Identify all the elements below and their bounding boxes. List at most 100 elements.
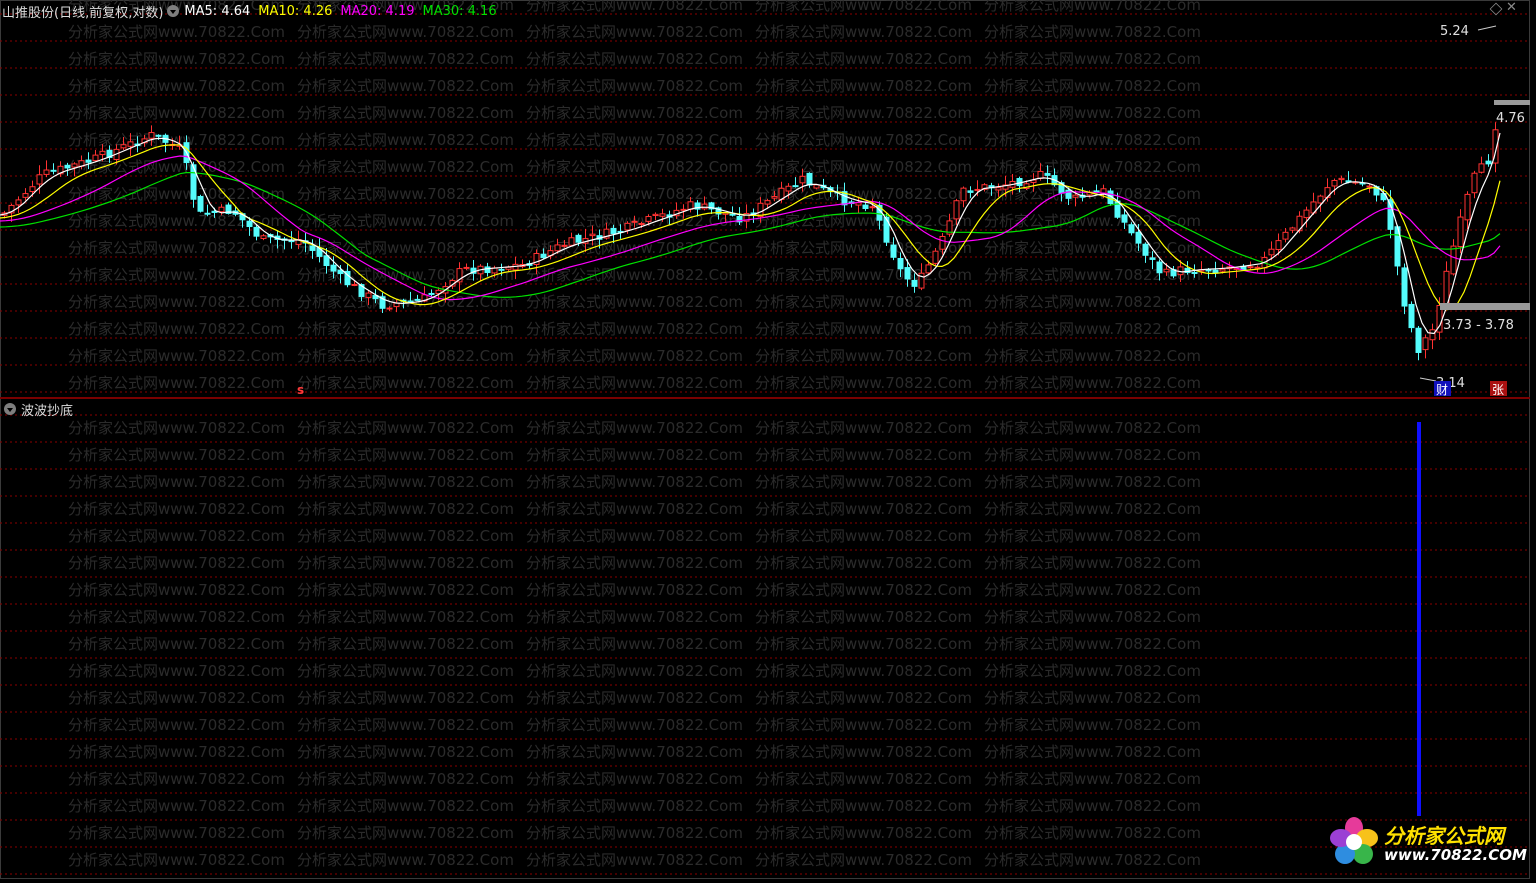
stock-title[interactable]: 山推股份(日线,前复权,对数) (2, 2, 163, 21)
watermark-text: 分析家公式网www.70822.Com (297, 446, 514, 464)
candle-body (1205, 269, 1212, 272)
candle-body (624, 222, 631, 231)
candle-body (323, 255, 330, 267)
watermark-text: 分析家公式网www.70822.Com (297, 797, 514, 815)
buy-signal-bar[interactable] (1417, 422, 1421, 816)
watermark-text: 分析家公式网www.70822.Com (297, 608, 514, 626)
candle-body (638, 222, 645, 225)
candle-body (1450, 245, 1457, 275)
watermark-text: 分析家公式网www.70822.Com (526, 266, 743, 284)
candle[interactable] (792, 177, 799, 188)
candle[interactable] (1415, 325, 1422, 361)
watermark-text: 分析家公式网www.70822.Com (984, 473, 1201, 491)
watermark-text: 分析家公式网www.70822.Com (68, 293, 285, 311)
indicator-toggle-icon[interactable] (167, 5, 180, 17)
cai-marker[interactable]: 财 (1436, 383, 1448, 397)
candle-body (92, 154, 99, 162)
close-icon[interactable]: ✕ (1506, 0, 1517, 15)
candle[interactable] (1408, 301, 1415, 333)
candle-body (1156, 261, 1163, 274)
candle-body (1408, 303, 1415, 329)
candle-body (386, 307, 393, 310)
ma5-label: MA5: 4.64 (184, 3, 251, 19)
candle-body (155, 134, 162, 137)
candle[interactable] (57, 161, 64, 177)
candle[interactable] (1401, 263, 1408, 315)
candle-body (932, 250, 939, 264)
watermark-text: 分析家公式网www.70822.Com (68, 662, 285, 680)
watermark-text: 分析家公式网www.70822.Com (755, 104, 972, 122)
candle[interactable] (204, 204, 211, 217)
watermark-text: 分析家公式网www.70822.Com (68, 797, 285, 815)
candle[interactable] (960, 186, 967, 208)
watermark-text: 分析家公式网www.70822.Com (68, 527, 285, 545)
candle[interactable] (1429, 323, 1436, 350)
watermark-text: 分析家公式网www.70822.Com (526, 608, 743, 626)
indicator-panel[interactable]: 分析家公式网www.70822.Com 分析家公式网www.70822.Com 分析… (0, 399, 1530, 877)
watermark-text: 分析家公式网www.70822.Com (984, 500, 1201, 518)
candle[interactable] (1485, 154, 1492, 167)
candlestick-chart[interactable]: 分析家公式网www.70822.Com 分析家公式网www.70822.Com 分析… (0, 0, 1530, 397)
candle[interactable] (743, 204, 750, 229)
watermark-text: 分析家公式网www.70822.Com (526, 527, 743, 545)
candle-body (204, 212, 211, 215)
watermark-text: 分析家公式网www.70822.Com (755, 239, 972, 257)
candle[interactable] (519, 259, 526, 269)
candle[interactable] (1457, 209, 1464, 254)
indicator-toggle-icon[interactable] (4, 403, 16, 415)
candle[interactable] (15, 196, 22, 213)
watermark-text: 分析家公式网www.70822.Com (68, 23, 285, 41)
candle[interactable] (50, 163, 57, 175)
indicator-chart[interactable]: 分析家公式网www.70822.Com 分析家公式网www.70822.Com 分析… (0, 399, 1530, 877)
candle-body (729, 213, 736, 216)
candle[interactable] (1142, 242, 1149, 263)
candle[interactable] (1212, 261, 1219, 278)
logo-name: 分析家公式网 (1384, 824, 1504, 848)
watermark-text: 分析家公式网www.70822.Com (526, 473, 743, 491)
candle[interactable] (22, 188, 29, 201)
candle-body (561, 244, 568, 247)
watermark-text: 分析家公式网www.70822.Com (297, 527, 514, 545)
watermark-text: 分析家公式网www.70822.Com (755, 770, 972, 788)
candle[interactable] (883, 213, 890, 246)
watermark-text: 分析家公式网www.70822.Com (297, 554, 514, 572)
candle[interactable] (1492, 122, 1499, 173)
candle[interactable] (43, 160, 50, 178)
candle-body (554, 244, 561, 252)
candle[interactable] (1289, 226, 1296, 234)
candle[interactable] (1282, 227, 1289, 243)
candle-body (127, 141, 134, 147)
watermark-text: 分析家公式网www.70822.Com (984, 104, 1201, 122)
candle[interactable] (1471, 170, 1478, 199)
watermark-text: 分析家公式网www.70822.Com (68, 239, 285, 257)
watermark-text: 分析家公式网www.70822.Com (297, 374, 514, 392)
candle-body (785, 185, 792, 192)
candle[interactable] (1331, 178, 1338, 195)
watermark-text: 分析家公式网www.70822.Com (297, 743, 514, 761)
candle-body (862, 204, 869, 210)
candle[interactable] (1338, 175, 1345, 184)
candle[interactable] (197, 194, 204, 213)
zhang-marker[interactable]: 张 (1492, 383, 1504, 397)
watermark-text: 分析家公式网www.70822.Com (984, 797, 1201, 815)
candle[interactable] (1422, 334, 1429, 359)
candle[interactable] (736, 207, 743, 225)
candle-body (967, 190, 974, 193)
gap-zone-label: 3.73 - 3.78 (1443, 318, 1514, 333)
price-panel[interactable]: 分析家公式网www.70822.Com 分析家公式网www.70822.Com 分析… (0, 0, 1530, 397)
candle[interactable] (862, 202, 869, 212)
candle[interactable] (568, 232, 575, 247)
candle[interactable] (92, 150, 99, 163)
watermark-text: 分析家公式网www.70822.Com (755, 347, 972, 365)
candle-body (1254, 266, 1261, 269)
watermark-text: 分析家公式网www.70822.Com (68, 266, 285, 284)
candle[interactable] (1345, 171, 1352, 184)
watermark-text: 分析家公式网www.70822.Com (526, 347, 743, 365)
candle[interactable] (1478, 156, 1485, 174)
watermark-text: 分析家公式网www.70822.Com (755, 50, 972, 68)
candle-body (330, 264, 337, 272)
watermark-text: 分析家公式网www.70822.Com (526, 374, 743, 392)
watermark-text: 分析家公式网www.70822.Com (297, 662, 514, 680)
candle-body (904, 267, 911, 280)
indicator-title[interactable]: 波波抄底 (21, 400, 73, 419)
